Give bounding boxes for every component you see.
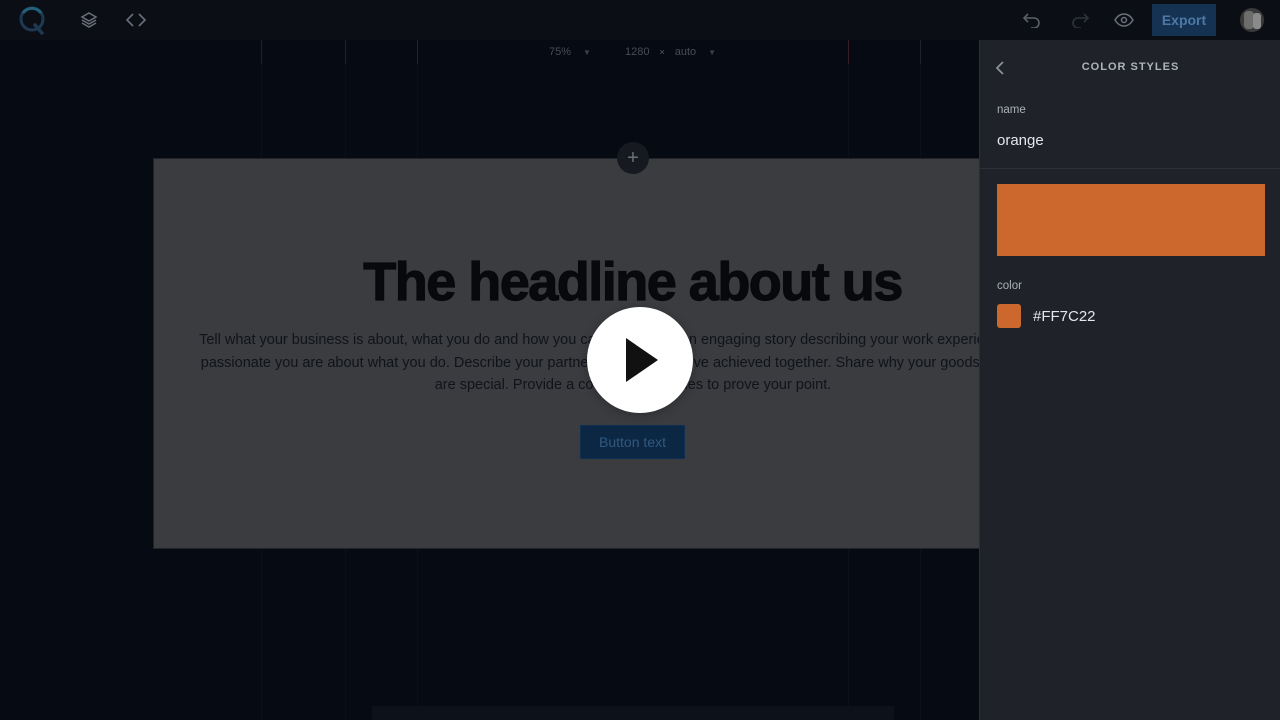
code-icon[interactable] <box>120 4 152 36</box>
section-preview[interactable]: The headline about us Tell what your bus… <box>153 158 980 549</box>
add-section-button[interactable]: + <box>617 142 649 174</box>
next-section-edge <box>372 706 894 720</box>
body-text-line: passionate you are about what you do. De… <box>200 354 980 371</box>
color-label: color <box>997 280 1022 292</box>
name-label: name <box>997 104 1026 116</box>
app-logo-icon[interactable] <box>16 4 48 36</box>
viewport-size[interactable]: 1280 × auto ▼ <box>625 44 716 60</box>
ruler-mark <box>345 40 346 64</box>
canvas-area: 75% ▼ 1280 × auto ▼ The headline about u… <box>0 40 980 720</box>
play-video-button[interactable] <box>587 307 693 413</box>
color-picker-swatch[interactable] <box>997 304 1021 328</box>
section-cta-button[interactable]: Button text <box>580 425 685 459</box>
color-name-input[interactable]: orange <box>997 132 1044 149</box>
ruler-mark <box>417 40 418 64</box>
user-avatar[interactable] <box>1240 8 1264 32</box>
top-toolbar: Export <box>0 0 1280 40</box>
zoom-value: 75% <box>549 46 572 58</box>
times-separator: × <box>659 47 665 57</box>
play-icon <box>626 338 658 382</box>
section-body-text[interactable]: Tell what your business is about, what y… <box>183 329 980 397</box>
color-preview-swatch <box>997 184 1265 256</box>
layers-icon[interactable] <box>73 4 105 36</box>
ruler-mark <box>848 40 849 64</box>
ruler-mark <box>920 40 921 64</box>
viewport-width: 1280 <box>625 46 650 58</box>
color-styles-panel: COLOR STYLES name orange color #FF7C22 <box>979 40 1280 720</box>
color-hex-input[interactable]: #FF7C22 <box>1033 308 1096 325</box>
chevron-down-icon: ▼ <box>708 47 717 57</box>
preview-eye-icon[interactable] <box>1108 4 1140 36</box>
section-headline[interactable]: The headline about us <box>153 251 980 313</box>
body-text-line: Tell what your business is about, what y… <box>199 332 980 348</box>
panel-title: COLOR STYLES <box>1081 61 1180 73</box>
export-button[interactable]: Export <box>1152 4 1216 36</box>
viewport-height: auto <box>674 46 697 58</box>
undo-icon[interactable] <box>1016 4 1048 36</box>
zoom-select[interactable]: 75% ▼ <box>549 44 591 60</box>
body-text-line: are special. Provide a couple of example… <box>434 377 832 393</box>
divider <box>980 168 1280 169</box>
ruler-mark <box>261 40 262 64</box>
redo-icon[interactable] <box>1064 4 1096 36</box>
chevron-down-icon: ▼ <box>583 47 591 57</box>
